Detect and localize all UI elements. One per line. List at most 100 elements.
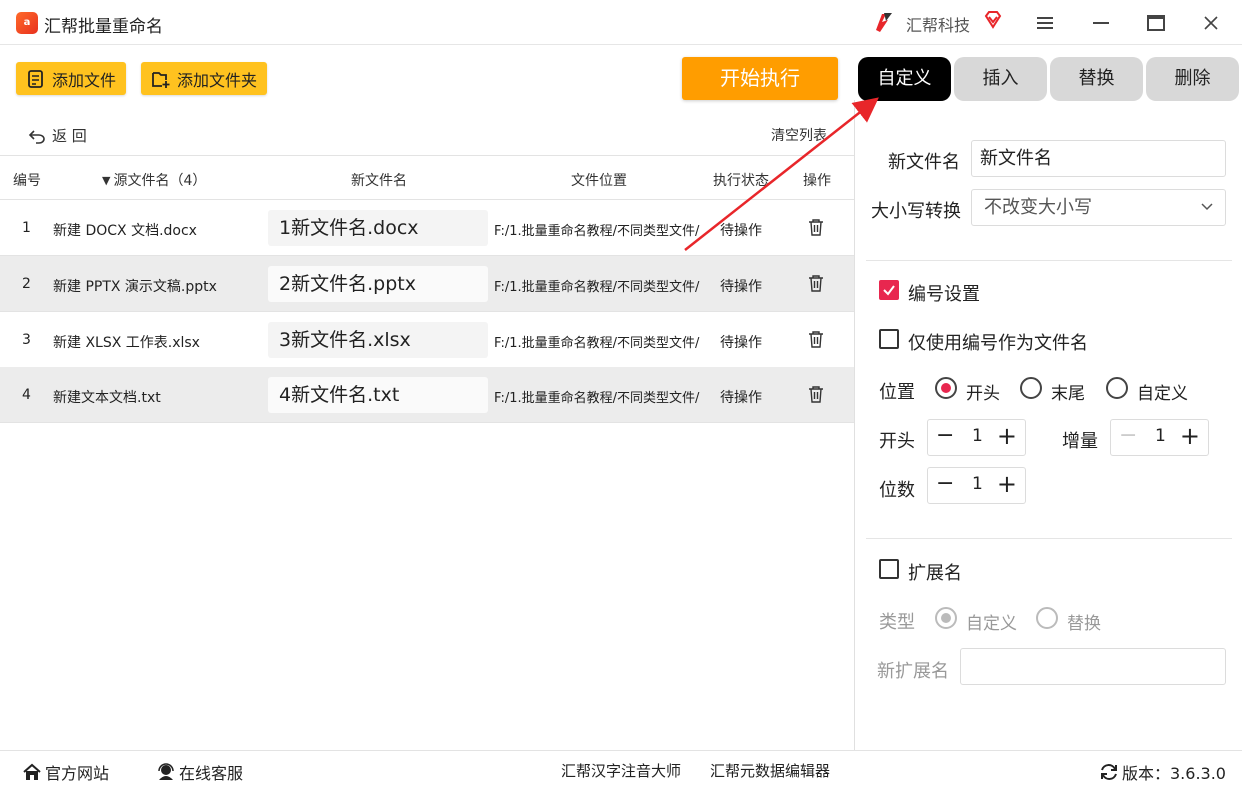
refresh-icon (1101, 764, 1117, 780)
pinyin-app-link[interactable]: 汇帮汉字注音大师 (561, 760, 681, 781)
row-location: F:/1.批量重命名教程/不同类型文件/ (494, 391, 700, 406)
row-new-name: 4新文件名.txt (268, 377, 488, 413)
start-value: 1 (972, 426, 983, 446)
header-location: 文件位置 (571, 173, 627, 189)
plus-icon[interactable]: + (997, 470, 1017, 498)
version-info[interactable]: 版本：3.6.3.0 (1099, 760, 1226, 784)
footer-bar: 官方网站 在线客服 汇帮汉字注音大师 汇帮元数据编辑器 版本：3.6.3.0 (0, 750, 1242, 787)
position-custom-label: 自定义 (1137, 384, 1188, 404)
vip-diamond-icon[interactable] (983, 10, 1003, 30)
extension-checkbox[interactable] (879, 559, 899, 579)
new-name-input[interactable]: 新文件名 (971, 140, 1226, 177)
digits-stepper[interactable]: − 1 + (927, 467, 1026, 504)
digits-value: 1 (972, 474, 983, 494)
extension-label: 扩展名 (908, 563, 962, 584)
maximize-icon[interactable] (1143, 10, 1169, 36)
type-custom-radio[interactable] (935, 607, 957, 629)
type-label: 类型 (879, 612, 915, 633)
increment-value: 1 (1155, 426, 1166, 446)
start-label: 开头 (879, 431, 915, 452)
support-link[interactable]: 在线客服 (156, 760, 243, 784)
tab-replace[interactable]: 替换 (1050, 57, 1143, 101)
section-divider (866, 260, 1232, 261)
row-index: 4 (22, 387, 31, 403)
table-row[interactable]: 4 新建文本文档.txt 4新文件名.txt F:/1.批量重命名教程/不同类型… (0, 367, 854, 423)
chevron-down-icon (1201, 203, 1213, 211)
header-source-label: 源文件名（4） (113, 173, 207, 189)
plus-icon[interactable]: + (997, 422, 1017, 450)
row-new-name: 3新文件名.xlsx (268, 322, 488, 358)
undo-icon (28, 129, 45, 144)
tab-custom[interactable]: 自定义 (858, 57, 951, 101)
row-status: 待操作 (720, 335, 762, 351)
only-number-checkbox[interactable] (879, 329, 899, 349)
panel-divider (854, 100, 855, 750)
header-source[interactable]: ▼ 源文件名（4） (102, 170, 206, 190)
table-row[interactable]: 3 新建 XLSX 工作表.xlsx 3新文件名.xlsx F:/1.批量重命名… (0, 312, 854, 368)
title-bar: a 汇帮批量重命名 汇帮科技 (0, 0, 1242, 45)
case-select[interactable]: 不改变大小写 (971, 189, 1226, 226)
increment-label: 增量 (1062, 431, 1098, 452)
minus-icon[interactable]: − (1119, 423, 1137, 448)
metadata-app-link[interactable]: 汇帮元数据编辑器 (710, 760, 830, 781)
numbering-label: 编号设置 (908, 284, 980, 305)
brand-logo-icon (876, 13, 892, 32)
row-source-name: 新建文本文档.txt (53, 390, 161, 406)
trash-icon[interactable] (808, 274, 824, 292)
trash-icon[interactable] (808, 218, 824, 236)
new-extension-input[interactable] (960, 648, 1226, 685)
add-folder-label: 添加文件夹 (177, 70, 258, 90)
headset-icon (158, 763, 174, 780)
check-icon (883, 285, 895, 296)
increment-stepper[interactable]: − 1 + (1110, 419, 1209, 456)
row-source-name: 新建 XLSX 工作表.xlsx (53, 335, 200, 351)
add-folder-icon (152, 71, 170, 88)
start-button[interactable]: 开始执行 (682, 57, 838, 100)
table-row[interactable]: 2 新建 PPTX 演示文稿.pptx 2新文件名.pptx F:/1.批量重命… (0, 256, 854, 312)
plus-icon[interactable]: + (1180, 422, 1200, 450)
row-location: F:/1.批量重命名教程/不同类型文件/ (494, 280, 700, 295)
numbering-checkbox[interactable] (879, 280, 899, 300)
minus-icon[interactable]: − (936, 471, 954, 496)
case-label: 大小写转换 (871, 201, 961, 222)
app-logo-icon: a (16, 12, 38, 34)
add-file-button[interactable]: 添加文件 (16, 62, 127, 95)
close-icon[interactable] (1198, 10, 1224, 36)
header-new-name: 新文件名 (351, 173, 407, 189)
app-title: 汇帮批量重命名 (44, 17, 163, 37)
only-number-label: 仅使用编号作为文件名 (908, 333, 1088, 354)
website-link[interactable]: 官方网站 (22, 760, 109, 784)
add-folder-button[interactable]: 添加文件夹 (141, 62, 268, 95)
menu-icon[interactable] (1032, 10, 1058, 36)
header-action: 操作 (803, 173, 831, 189)
add-file-icon (28, 69, 43, 88)
row-location: F:/1.批量重命名教程/不同类型文件/ (494, 224, 700, 239)
type-replace-label: 替换 (1067, 614, 1101, 634)
version-label: 版本：3.6.3.0 (1122, 764, 1226, 783)
trash-icon[interactable] (808, 385, 824, 403)
position-start-label: 开头 (966, 384, 1000, 404)
trash-icon[interactable] (808, 330, 824, 348)
row-new-name: 1新文件名.docx (268, 210, 488, 246)
minimize-icon[interactable] (1088, 10, 1114, 36)
header-index: 编号 (13, 173, 41, 189)
type-replace-radio[interactable] (1036, 607, 1058, 629)
section-divider (866, 538, 1232, 539)
clear-list-button[interactable]: 清空列表 (771, 125, 827, 145)
row-index: 1 (22, 220, 31, 236)
back-button[interactable]: 返 回 (28, 125, 87, 146)
row-index: 2 (22, 276, 31, 292)
row-status: 待操作 (720, 390, 762, 406)
start-stepper[interactable]: − 1 + (927, 419, 1026, 456)
position-start-radio[interactable] (935, 377, 957, 399)
minus-icon[interactable]: − (936, 423, 954, 448)
row-status: 待操作 (720, 223, 762, 239)
add-file-label: 添加文件 (52, 70, 117, 90)
tab-delete[interactable]: 删除 (1146, 57, 1239, 101)
position-end-radio[interactable] (1020, 377, 1042, 399)
table-row[interactable]: 1 新建 DOCX 文档.docx 1新文件名.docx F:/1.批量重命名教… (0, 200, 854, 256)
row-source-name: 新建 DOCX 文档.docx (53, 223, 197, 239)
row-source-name: 新建 PPTX 演示文稿.pptx (53, 279, 217, 295)
position-custom-radio[interactable] (1106, 377, 1128, 399)
tab-insert[interactable]: 插入 (954, 57, 1047, 101)
